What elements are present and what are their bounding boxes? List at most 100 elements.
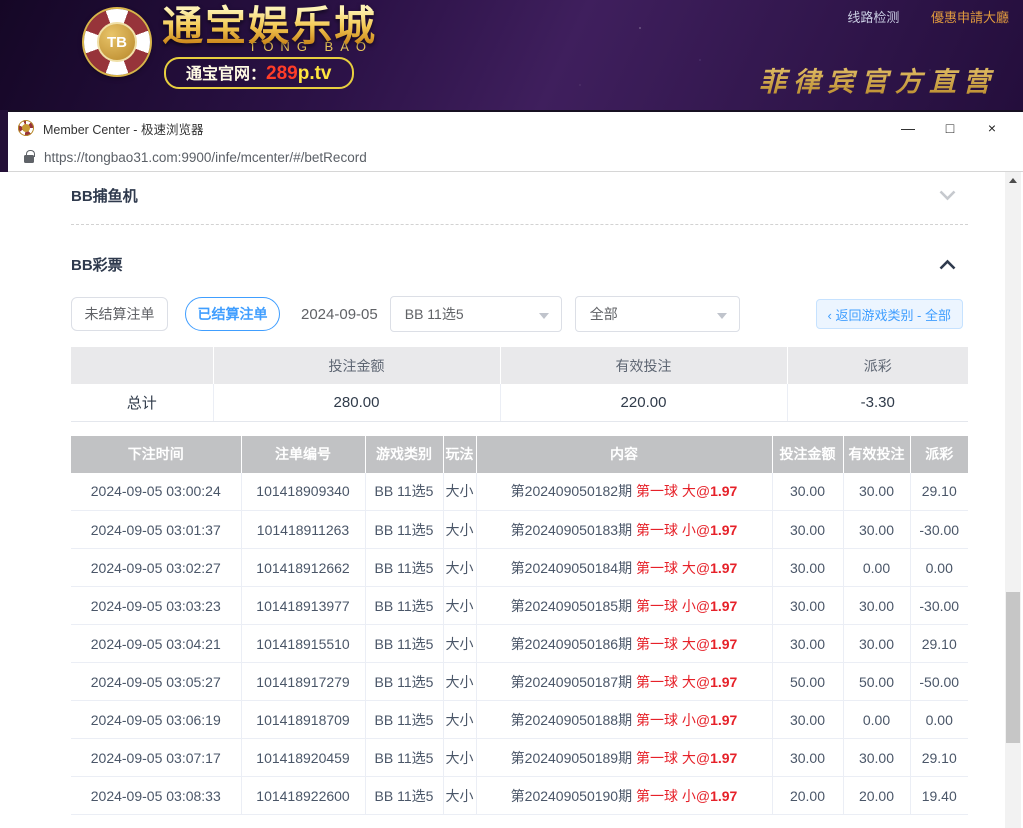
- table-header-cell: 玩法: [443, 436, 476, 473]
- cell-bet-amount: 20.00: [772, 777, 843, 815]
- table-row: 2024-09-05 03:05:27101418917279BB 11选5大小…: [71, 663, 968, 701]
- window-title: Member Center - 极速浏览器: [43, 119, 203, 138]
- cell-bet-id: 101418909340: [241, 473, 365, 511]
- cell-valid-bet: 30.00: [843, 625, 910, 663]
- cell-payout: 29.10: [910, 625, 968, 663]
- section-lottery-header[interactable]: BB彩票: [71, 254, 968, 275]
- banner-tagline: 菲律宾官方直营: [759, 60, 997, 99]
- cell-bet-id: 101418922600: [241, 777, 365, 815]
- cell-game-type: BB 11选5: [365, 739, 443, 777]
- content-period: 第202409050187期: [511, 674, 636, 690]
- cell-play-type: 大小: [443, 587, 476, 625]
- section-fishing-title: BB捕鱼机: [71, 185, 138, 206]
- cell-payout: -30.00: [910, 511, 968, 549]
- cell-payout: -50.00: [910, 663, 968, 701]
- cell-bet-id: 101418912662: [241, 549, 365, 587]
- content-period: 第202409050188期: [511, 712, 636, 728]
- cell-bet-time: 2024-09-05 03:02:27: [71, 549, 241, 587]
- site-title: 通宝娱乐城: [162, 4, 377, 48]
- cell-game-type: BB 11选5: [365, 625, 443, 663]
- cell-bet-id: 101418915510: [241, 625, 365, 663]
- cell-valid-bet: 0.00: [843, 701, 910, 739]
- cell-valid-bet: 30.00: [843, 587, 910, 625]
- cell-payout: 29.10: [910, 739, 968, 777]
- cell-play-type: 大小: [443, 701, 476, 739]
- content-odds: 1.97: [710, 674, 737, 690]
- unsettled-bets-button[interactable]: 未结算注单: [71, 297, 168, 331]
- close-button[interactable]: ×: [971, 113, 1013, 143]
- minimize-button[interactable]: —: [887, 113, 929, 143]
- content-odds: 1.97: [710, 750, 737, 766]
- scope-select[interactable]: 全部: [575, 296, 740, 332]
- cell-bet-time: 2024-09-05 03:07:17: [71, 739, 241, 777]
- cell-content: 第202409050183期 第一球 小@1.97: [476, 511, 772, 549]
- chevron-down-icon[interactable]: [939, 190, 956, 201]
- cell-play-type: 大小: [443, 511, 476, 549]
- summary-header-row: 投注金额有效投注派彩: [71, 347, 968, 384]
- game-type-select-value: BB 11选5: [405, 304, 464, 324]
- cell-valid-bet: 30.00: [843, 511, 910, 549]
- settled-bets-button[interactable]: 已结算注单: [185, 297, 280, 331]
- logo-text: 通宝娱乐城 TONG BAO 通宝官网：289p.tv: [162, 4, 377, 89]
- back-to-game-category-button[interactable]: ‹ 返回游戏类别 - 全部: [816, 299, 964, 329]
- scope-select-value: 全部: [590, 304, 618, 324]
- nav-line-check-link[interactable]: 线路检测: [847, 10, 899, 25]
- cell-content: 第202409050184期 第一球 大@1.97: [476, 549, 772, 587]
- summary-payout: -3.30: [787, 384, 968, 421]
- summary-total-row: 总计 280.00 220.00 -3.30: [71, 384, 968, 421]
- content-period: 第202409050190期: [511, 788, 636, 804]
- maximize-button[interactable]: □: [929, 113, 971, 143]
- official-site-pill: 通宝官网：289p.tv: [164, 57, 354, 89]
- summary-table: 投注金额有效投注派彩 总计 280.00 220.00 -3.30: [71, 347, 968, 422]
- window-left-edge: [0, 110, 8, 172]
- section-divider: [71, 224, 968, 225]
- cell-play-type: 大小: [443, 625, 476, 663]
- content-pick: 第一球 大@: [636, 636, 710, 652]
- content-pick: 第一球 小@: [636, 788, 710, 804]
- table-header-cell: 注单编号: [241, 436, 365, 473]
- content-period: 第202409050189期: [511, 750, 636, 766]
- nav-promo-hall-link[interactable]: 優惠申請大廳: [931, 10, 1009, 25]
- url-bar[interactable]: https://tongbao31.com:9900/infe/mcenter/…: [8, 144, 1023, 172]
- cell-valid-bet: 30.00: [843, 473, 910, 511]
- official-site-number: 289: [266, 63, 298, 84]
- content-pick: 第一球 小@: [636, 712, 710, 728]
- favicon-icon: [18, 120, 34, 136]
- content-pick: 第一球 小@: [636, 598, 710, 614]
- scrollbar-up-arrow-icon[interactable]: [1009, 178, 1017, 183]
- table-header-cell: 内容: [476, 436, 772, 473]
- content-pick: 第一球 大@: [636, 560, 710, 576]
- bet-records-table: 下注时间注单编号游戏类别玩法内容投注金额有效投注派彩 2024-09-05 03…: [71, 436, 968, 816]
- table-row: 2024-09-05 03:08:33101418922600BB 11选5大小…: [71, 777, 968, 815]
- cell-bet-amount: 30.00: [772, 701, 843, 739]
- cell-payout: -30.00: [910, 587, 968, 625]
- cell-bet-time: 2024-09-05 03:00:24: [71, 473, 241, 511]
- game-type-select[interactable]: BB 11选5: [390, 296, 562, 332]
- scrollbar[interactable]: [1005, 172, 1021, 828]
- table-row: 2024-09-05 03:06:19101418918709BB 11选5大小…: [71, 701, 968, 739]
- cell-payout: 29.10: [910, 473, 968, 511]
- cell-valid-bet: 0.00: [843, 549, 910, 587]
- cell-bet-id: 101418913977: [241, 587, 365, 625]
- scrollbar-thumb[interactable]: [1006, 592, 1020, 743]
- cell-game-type: BB 11选5: [365, 587, 443, 625]
- cell-game-type: BB 11选5: [365, 777, 443, 815]
- poker-chip-logo-icon: TB: [84, 9, 150, 75]
- table-header-row: 下注时间注单编号游戏类别玩法内容投注金额有效投注派彩: [71, 436, 968, 473]
- cell-bet-time: 2024-09-05 03:04:21: [71, 625, 241, 663]
- summary-header-cell: [71, 347, 213, 384]
- cell-bet-id: 101418920459: [241, 739, 365, 777]
- cell-content: 第202409050185期 第一球 小@1.97: [476, 587, 772, 625]
- content-pick: 第一球 大@: [636, 674, 710, 690]
- summary-header-cell: 投注金额: [213, 347, 500, 384]
- chevron-up-icon[interactable]: [939, 259, 956, 270]
- cell-payout: 0.00: [910, 701, 968, 739]
- content-pick: 第一球 大@: [636, 750, 710, 766]
- cell-bet-id: 101418911263: [241, 511, 365, 549]
- cell-payout: 19.40: [910, 777, 968, 815]
- section-fishing-header[interactable]: BB捕鱼机: [71, 185, 968, 206]
- window-titlebar: Member Center - 极速浏览器 — □ ×: [8, 110, 1023, 144]
- cell-game-type: BB 11选5: [365, 473, 443, 511]
- cell-bet-id: 101418917279: [241, 663, 365, 701]
- banner-nav: 线路检测 優惠申請大廳: [847, 7, 1009, 26]
